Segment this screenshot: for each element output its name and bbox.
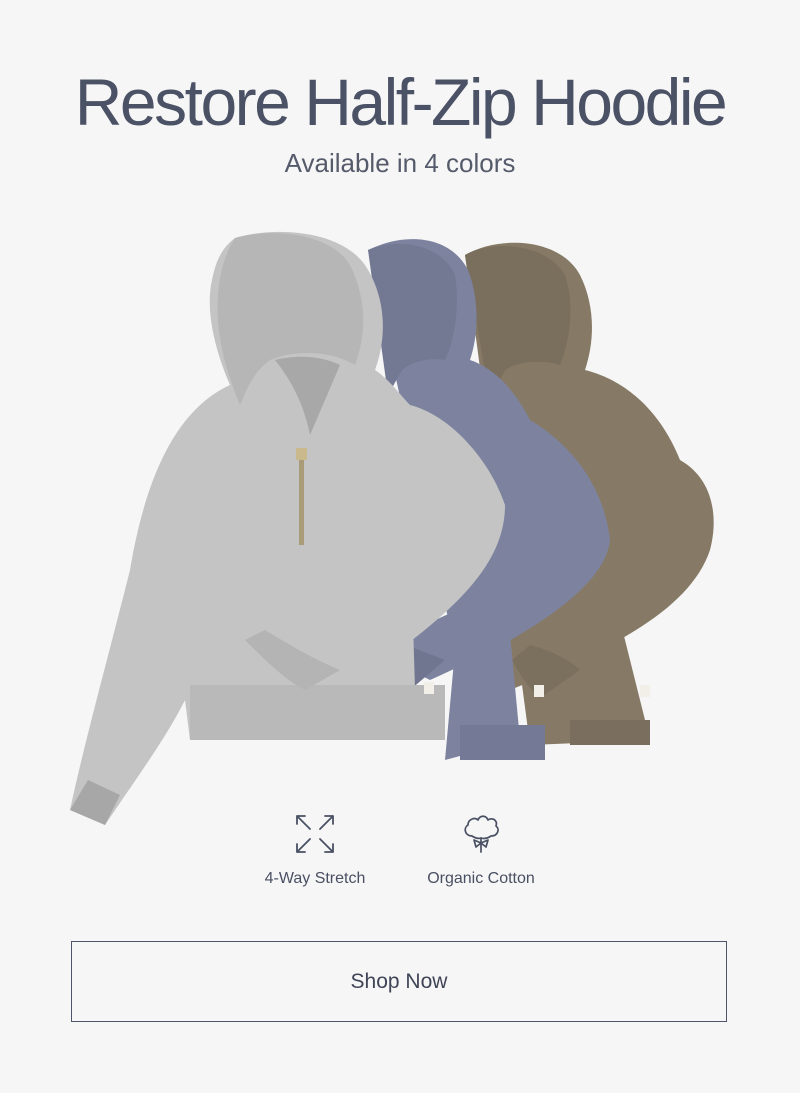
page-subtitle: Available in 4 colors bbox=[284, 148, 516, 178]
stretch-arrows-icon bbox=[296, 815, 334, 853]
feature-stretch: 4-Way Stretch bbox=[225, 810, 405, 888]
hoodies-product-image bbox=[70, 231, 714, 826]
cotton-flower-icon bbox=[464, 815, 499, 853]
feature-label: Organic Cotton bbox=[427, 870, 535, 887]
shop-now-button[interactable]: Shop Now bbox=[71, 941, 727, 1022]
feature-cotton: Organic Cotton bbox=[391, 810, 571, 888]
feature-list: 4-Way Stretch Organic Cotton bbox=[0, 810, 800, 900]
feature-label: 4-Way Stretch bbox=[264, 870, 366, 887]
page-title: Restore Half-Zip Hoodie bbox=[74, 65, 728, 139]
